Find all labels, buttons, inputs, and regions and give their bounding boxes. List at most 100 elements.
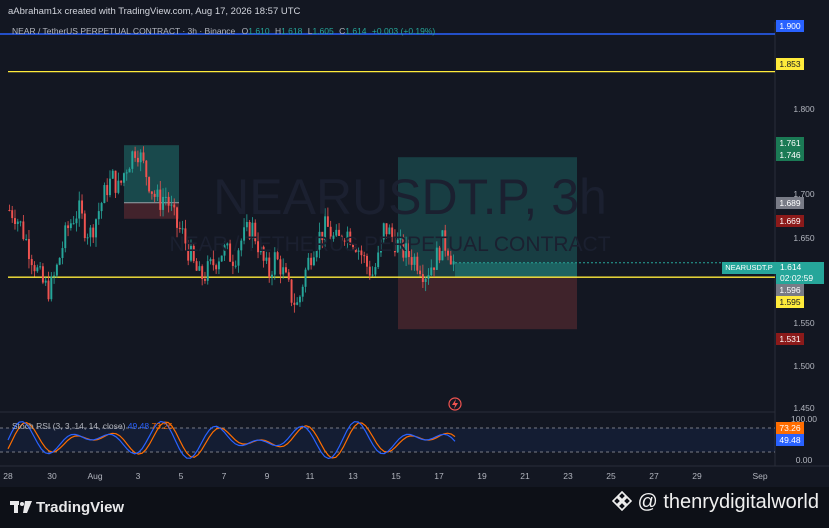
candle-body <box>271 274 273 278</box>
candle-body <box>212 259 215 266</box>
candle-body <box>30 259 33 266</box>
candle-body <box>430 267 433 276</box>
candle-body <box>36 267 39 272</box>
price-tag-zone-mid[interactable]: 1.689 <box>776 197 804 209</box>
tradingview-logo-icon <box>10 501 32 513</box>
bar-countdown: 02:02:59 <box>780 273 814 283</box>
candle-body <box>265 257 268 261</box>
candle-body <box>67 225 70 229</box>
candle-body <box>83 213 86 239</box>
candle-body <box>416 256 419 271</box>
candle-body <box>8 210 11 211</box>
time-axis-label: 9 <box>264 471 270 481</box>
price-tag-entry[interactable]: 1.596 <box>776 284 804 296</box>
candle-body <box>47 280 50 300</box>
stoch-rsi-legend[interactable]: Stoch RSI (3, 3, 14, 14, close) 49.48 73… <box>12 421 173 431</box>
candle-body <box>148 177 151 192</box>
candle-body <box>217 261 220 270</box>
price-tag-yellow-line-top[interactable]: 1.853 <box>776 58 804 70</box>
candle-body <box>427 275 430 279</box>
time-axis-label: 15 <box>391 471 401 481</box>
time-axis-label: 17 <box>434 471 444 481</box>
candle-body <box>307 257 310 270</box>
candle-body <box>69 223 72 229</box>
candle-body <box>72 223 75 225</box>
price-tag-yellow-line-bottom[interactable]: 1.595 <box>776 296 804 308</box>
last-price-box[interactable]: 1.614 02:02:59 <box>776 262 824 284</box>
candle-body <box>14 218 16 224</box>
candle-body <box>433 267 436 270</box>
candle-body <box>371 274 374 276</box>
last-price-tag[interactable]: NEARUSDT.P <box>722 262 776 274</box>
candle-body <box>310 257 313 266</box>
candle-body <box>298 296 301 303</box>
candle-body <box>296 302 299 305</box>
candle-body <box>125 172 128 174</box>
candle-body <box>128 168 131 173</box>
candle-body <box>50 276 53 300</box>
time-axis-label: 30 <box>47 471 57 481</box>
candle-body <box>131 151 134 169</box>
tradingview-logo-text: TradingView <box>36 499 125 516</box>
candle-body <box>39 266 42 268</box>
time-axis-label: Aug <box>87 471 103 481</box>
candle-body <box>117 180 120 193</box>
time-axis-label: 23 <box>563 471 573 481</box>
time-axis-label: 25 <box>606 471 616 481</box>
time-axis-label: 5 <box>178 471 184 481</box>
candle-body <box>159 189 162 210</box>
time-axis-label: 3 <box>135 471 141 481</box>
candle-body <box>108 178 111 196</box>
stoch-k-tag[interactable]: 49.48 <box>776 434 804 446</box>
candle-body <box>178 227 181 230</box>
candle-body <box>215 265 218 270</box>
candle-body <box>81 200 84 214</box>
symbol-title: NEAR / TetherUS PERPETUAL CONTRACT · 3h … <box>12 26 236 36</box>
position-stop-zone <box>398 277 577 330</box>
candle-body <box>421 274 424 282</box>
candle-body <box>78 200 81 219</box>
symbol-legend[interactable]: NEAR / TetherUS PERPETUAL CONTRACT · 3h … <box>12 26 435 36</box>
candle-body <box>231 261 234 266</box>
candle-body <box>86 237 89 239</box>
candle-body <box>198 266 201 271</box>
candle-body <box>285 267 287 273</box>
candle-body <box>366 255 368 267</box>
candle-body <box>89 227 92 238</box>
candle-body <box>374 267 377 275</box>
candle-body <box>368 266 371 276</box>
candle-body <box>287 272 290 280</box>
candle-body <box>22 221 25 240</box>
candle-body <box>97 211 100 220</box>
candle-body <box>11 210 14 219</box>
candle-body <box>41 266 44 283</box>
price-tag-zone-top[interactable]: 1.761 <box>776 137 804 149</box>
candle-body <box>413 256 416 265</box>
stoch-d-tag[interactable]: 73.26 <box>776 422 804 434</box>
candle-body <box>64 225 67 249</box>
price-tag-stop[interactable]: 1.531 <box>776 333 804 345</box>
candle-body <box>424 278 427 282</box>
time-axis-label: 28 <box>3 471 13 481</box>
candle-body <box>195 261 198 271</box>
candle-body <box>301 286 304 297</box>
candle-body <box>203 279 206 281</box>
price-tag-blue-line[interactable]: 1.900 <box>776 20 804 32</box>
price-tag-target[interactable]: 1.746 <box>776 149 804 161</box>
time-axis-label: 13 <box>348 471 358 481</box>
time-axis-label: 11 <box>305 471 315 481</box>
candle-body <box>162 196 165 210</box>
time-axis-label: 19 <box>477 471 487 481</box>
stoch-rsi-title: Stoch RSI <box>12 421 51 431</box>
time-axis-label: 21 <box>520 471 530 481</box>
binance-diamond-icon <box>611 491 632 511</box>
candle-body <box>134 151 137 158</box>
time-axis-label: 7 <box>221 471 227 481</box>
candle-body <box>153 193 156 197</box>
candle-body <box>234 265 237 267</box>
candle-body <box>103 185 106 204</box>
handle-text: @ thenrydigitalworld <box>637 491 820 513</box>
tradingview-logo[interactable]: TradingView <box>10 499 124 516</box>
price-tag-zone-bottom[interactable]: 1.669 <box>776 215 804 227</box>
candle-body <box>106 185 109 196</box>
